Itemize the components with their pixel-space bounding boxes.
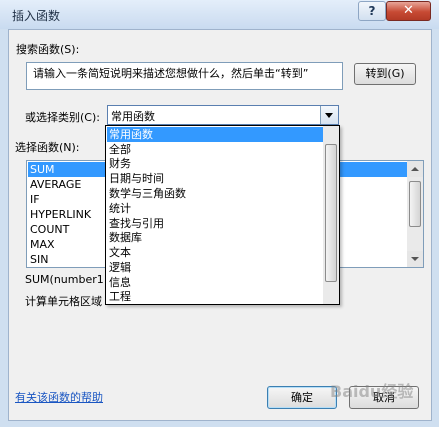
watermark: Baidu经验 [330, 382, 414, 401]
category-option-lookup[interactable]: 查找与引用 [107, 216, 325, 231]
category-option-math[interactable]: 数学与三角函数 [107, 186, 325, 201]
close-button[interactable]: ✕ [386, 1, 431, 21]
category-option-datetime[interactable]: 日期与时间 [107, 171, 325, 186]
category-option-text[interactable]: 文本 [107, 245, 325, 260]
ok-button[interactable]: 确定 [267, 386, 337, 409]
function-list-label: 选择函数(N): [15, 141, 80, 154]
title-bar: 插入函数 ? ✕ [0, 0, 439, 29]
go-button[interactable]: 转到(G) [354, 63, 416, 85]
category-select[interactable]: 常用函数 [107, 105, 339, 125]
category-selected-value: 常用函数 [111, 110, 155, 123]
category-option-common[interactable]: 常用函数 [107, 127, 325, 142]
function-syntax: SUM(number1 [25, 273, 104, 286]
dropdown-scrollbar-thumb[interactable] [325, 144, 337, 282]
chevron-down-icon[interactable] [320, 106, 338, 124]
category-option-financial[interactable]: 财务 [107, 156, 325, 171]
dropdown-scrollbar[interactable] [323, 126, 339, 304]
scroll-down-icon[interactable] [407, 251, 423, 267]
search-label: 搜索函数(S): [16, 43, 80, 56]
dialog-title: 插入函数 [12, 9, 61, 23]
search-input[interactable]: 请输入一条简短说明来描述您想做什么，然后单击“转到” [26, 62, 343, 90]
scroll-up-icon[interactable] [407, 161, 423, 177]
category-dropdown[interactable]: 常用函数 全部 财务 日期与时间 数学与三角函数 统计 查找与引用 数据库 文本… [105, 125, 340, 305]
category-option-information[interactable]: 信息 [107, 275, 325, 290]
category-label: 或选择类别(C): [25, 111, 100, 124]
category-option-engineering[interactable]: 工程 [107, 289, 325, 304]
help-button[interactable]: ? [358, 1, 386, 21]
scrollbar-thumb[interactable] [409, 181, 421, 227]
category-option-statistical[interactable]: 统计 [107, 201, 325, 216]
category-option-all[interactable]: 全部 [107, 142, 325, 157]
function-list-scrollbar[interactable] [407, 161, 423, 267]
category-option-database[interactable]: 数据库 [107, 230, 325, 245]
function-help-link[interactable]: 有关该函数的帮助 [15, 389, 103, 405]
function-description: 计算单元格区域 [25, 295, 102, 308]
category-option-logical[interactable]: 逻辑 [107, 260, 325, 275]
